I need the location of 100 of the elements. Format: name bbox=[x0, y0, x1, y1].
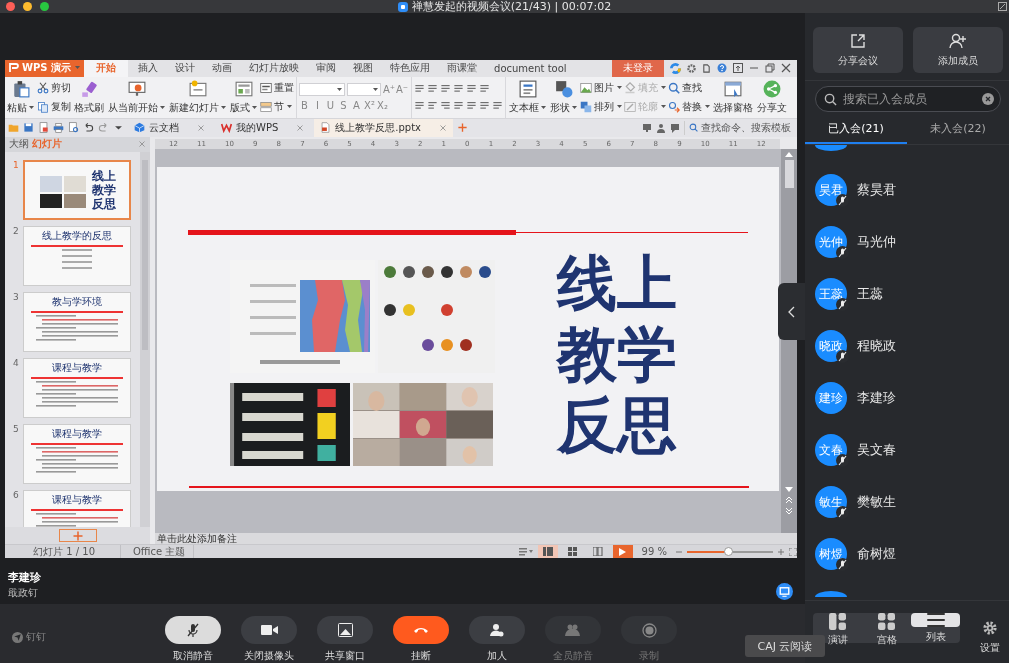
member-row[interactable]: 文春 吴文春 bbox=[815, 424, 1009, 476]
menu-tab[interactable]: 幻灯片放映 bbox=[242, 59, 307, 77]
save-icon bbox=[23, 122, 34, 134]
grid-view-icon bbox=[567, 547, 578, 557]
meeting-control[interactable]: 加人 bbox=[459, 616, 535, 663]
member-row[interactable]: 王蕊 王蕊 bbox=[815, 268, 1009, 320]
slide-thumbnail[interactable]: 线上教学的反思 bbox=[23, 225, 131, 286]
ribbon-button[interactable]: 粘贴 bbox=[6, 76, 35, 118]
slide-number: 6 bbox=[13, 489, 19, 500]
menu-tab[interactable]: 视图 bbox=[346, 59, 381, 77]
plus-icon[interactable] bbox=[778, 548, 784, 555]
ribbon-button[interactable]: 从当前开始 bbox=[107, 76, 166, 118]
close-icon bbox=[439, 123, 447, 132]
zoom-window-icon[interactable] bbox=[40, 2, 49, 11]
member-row[interactable]: 建珍 李建珍 bbox=[815, 372, 1009, 424]
ribbon-button[interactable]: 版式 bbox=[229, 76, 258, 118]
panel-tab[interactable]: 大纲 bbox=[9, 137, 29, 152]
scrollbar-thumb[interactable] bbox=[784, 159, 794, 188]
close-window-icon[interactable] bbox=[6, 2, 15, 11]
notes-view-icon[interactable] bbox=[518, 547, 533, 557]
member-name: 吴文春 bbox=[857, 441, 896, 459]
menu-tab[interactable]: 特色应用 bbox=[383, 59, 438, 77]
member-row[interactable]: 昊君 蔡昊君 bbox=[815, 164, 1009, 216]
ribbon-button[interactable]: 剪切 bbox=[37, 80, 71, 95]
ribbon-button[interactable]: 文本框 bbox=[508, 76, 547, 118]
meeting-control[interactable]: 取消静音 bbox=[155, 616, 231, 663]
section-icon bbox=[260, 100, 272, 113]
ribbon-button[interactable]: 格式刷 bbox=[73, 76, 105, 118]
monitor-icon[interactable] bbox=[642, 122, 652, 133]
menu-tab[interactable]: 动画 bbox=[205, 59, 240, 77]
previous-slide-icon[interactable] bbox=[785, 496, 793, 505]
ribbon-button[interactable]: 节 bbox=[260, 99, 294, 114]
ribbon-button[interactable]: 新建幻灯片 bbox=[168, 76, 227, 118]
add-person-icon bbox=[490, 623, 504, 637]
menu-tab[interactable]: 审阅 bbox=[309, 59, 344, 77]
ribbon-button[interactable]: 图片 bbox=[580, 80, 622, 95]
pin-window-icon[interactable] bbox=[733, 63, 743, 74]
member-tab[interactable]: 未入会(22) bbox=[907, 114, 1009, 144]
meeting-control[interactable]: 挂断 bbox=[383, 616, 459, 663]
slide-count: 幻灯片 1 / 10 bbox=[33, 544, 96, 559]
slide-thumbnail[interactable]: 课程与教学 bbox=[23, 489, 131, 528]
scroll-up-icon[interactable] bbox=[785, 150, 793, 157]
menu-tab[interactable]: 雨课堂 bbox=[440, 59, 485, 77]
view-mode-tab[interactable]: 宫格 bbox=[862, 613, 911, 643]
slide-thumbnail[interactable]: 课程与教学 bbox=[23, 423, 131, 484]
text-lines-drawing bbox=[62, 248, 92, 269]
member-search-field[interactable]: 搜索已入会成员 bbox=[815, 86, 1001, 112]
fit-window-icon[interactable] bbox=[789, 547, 797, 556]
collapse-button[interactable] bbox=[778, 283, 805, 340]
panel-action-button[interactable]: 分享会议 bbox=[813, 27, 903, 73]
screen-share-icon[interactable] bbox=[776, 583, 793, 600]
member-row[interactable]: 光仲 马光仲 bbox=[815, 216, 1009, 268]
slide-thumbnail[interactable]: 课程与教学 bbox=[23, 357, 131, 418]
fullscreen-icon[interactable] bbox=[998, 2, 1007, 11]
meeting-control[interactable]: 关闭摄像头 bbox=[231, 616, 307, 663]
font-name-field[interactable] bbox=[299, 83, 345, 97]
menu-tab[interactable]: 插入 bbox=[131, 59, 166, 77]
ribbon-button[interactable]: 查找 bbox=[668, 80, 710, 95]
close-icon bbox=[296, 123, 305, 132]
layout-icon bbox=[829, 613, 846, 630]
meeting-control[interactable]: 共享窗口 bbox=[307, 616, 383, 663]
play-button[interactable] bbox=[612, 545, 633, 559]
menu-tab[interactable]: document tool bbox=[487, 59, 574, 77]
minimize-window-icon[interactable] bbox=[23, 2, 32, 11]
member-row[interactable]: 树煜 俞树煜 bbox=[815, 528, 1009, 580]
chat-icon[interactable] bbox=[670, 122, 680, 133]
notes-field[interactable]: 单击此处添加备注 bbox=[155, 533, 797, 545]
folder-icon bbox=[8, 122, 19, 134]
member-row[interactable]: 晓政 程晓政 bbox=[815, 320, 1009, 372]
user-icon[interactable] bbox=[656, 122, 666, 133]
settings-icon[interactable] bbox=[687, 63, 696, 73]
document-icon[interactable] bbox=[702, 63, 711, 73]
menu-tab[interactable]: 设计 bbox=[168, 59, 203, 77]
settings-button[interactable]: 设置 bbox=[980, 621, 1000, 655]
ribbon-button[interactable]: 排列 bbox=[580, 99, 622, 114]
help-icon[interactable] bbox=[717, 63, 727, 74]
ring-icon[interactable] bbox=[670, 62, 681, 74]
document-tab[interactable]: 云文档 bbox=[128, 118, 211, 137]
ribbon-button[interactable]: 重置 bbox=[260, 80, 294, 95]
zoom-slider[interactable] bbox=[687, 550, 773, 553]
ribbon-button[interactable]: 形状 bbox=[549, 76, 578, 118]
font-size-field[interactable] bbox=[347, 83, 381, 97]
slide-thumbnail[interactable]: 教与学环境 bbox=[23, 291, 131, 352]
ribbon-button[interactable]: 分享文 bbox=[756, 76, 788, 118]
close-icon[interactable] bbox=[781, 63, 791, 74]
ribbon-button[interactable]: 复制 bbox=[37, 99, 71, 114]
member-row[interactable]: 敏生 樊敏生 bbox=[815, 476, 1009, 528]
scroll-down-icon[interactable] bbox=[785, 487, 793, 494]
clear-icon[interactable] bbox=[982, 93, 994, 105]
align-right-icon bbox=[440, 100, 451, 112]
ribbon-button[interactable]: 选择窗格 bbox=[712, 76, 754, 118]
command-search-field[interactable]: 查找命令、搜索模板 bbox=[684, 120, 795, 135]
add-slide-button[interactable] bbox=[58, 529, 97, 543]
view-button[interactable] bbox=[537, 545, 558, 559]
panel-action-button[interactable]: 添加成员 bbox=[913, 27, 1003, 73]
document-tab[interactable]: 我的WPS bbox=[215, 118, 311, 137]
restore-icon[interactable] bbox=[765, 63, 775, 74]
ribbon-button[interactable]: 替换 bbox=[668, 99, 710, 114]
next-slide-icon[interactable] bbox=[785, 507, 793, 516]
slide-thumbnail[interactable]: 线上 教学 反思 bbox=[23, 159, 131, 220]
